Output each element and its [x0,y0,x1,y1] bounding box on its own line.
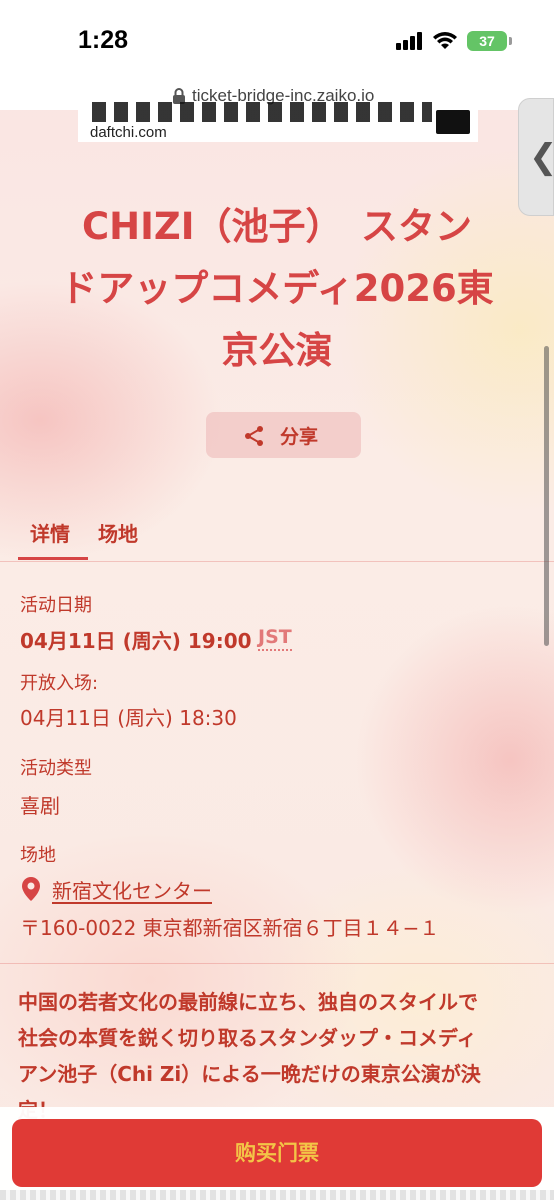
battery-nub [509,37,512,45]
tab-venue[interactable]: 场地 [98,518,138,547]
tabs-divider [0,561,554,562]
battery-indicator: 37 [467,31,507,51]
share-label: 分享 [280,426,319,448]
cellular-signal-icon [396,32,426,50]
map-pin-icon [22,877,40,901]
venue-label: 场地 [20,845,56,866]
share-icon [245,426,263,446]
description-line: 中国の若者文化の最前線に立ち、独自のスタイルで [18,990,478,1014]
banner-caption: daftchi.com [90,124,167,141]
scrollbar-thumb[interactable] [544,346,549,646]
venue-address: 〒160-0022 東京都新宿区新宿６丁目１４−１ [20,916,440,940]
banner-logo [436,110,470,134]
event-title: CHIZI（池子） スタン ドアップコメディ2026東 京公演 [22,196,532,382]
status-bar: 1:28 37 [0,0,554,82]
event-type-label: 活动类型 [20,758,92,779]
description-line: アン池子（Chi Zi）による一晩だけの東京公演が決 [18,1062,481,1086]
event-title-line: ドアップコメディ2026東 [60,267,494,310]
share-button[interactable]: 分享 [206,412,361,458]
wifi-icon [433,32,457,49]
tab-details[interactable]: 详情 [30,518,70,547]
date-value: 04月11日 (周六) 19:00 [20,629,252,653]
status-time: 1:28 [78,26,129,54]
event-title-line: 京公演 [221,329,333,372]
chevron-left-icon: ❮ [529,137,554,177]
doors-value: 04月11日 (周六) 18:30 [20,706,237,730]
description-line: 社会の本質を鋭く切り取るスタンダップ・コメディ [18,1026,477,1050]
venue-link[interactable]: 新宿文化センター [52,875,212,904]
section-divider [0,963,554,964]
timezone-label[interactable]: JST [258,625,292,651]
event-banner-image: daftchi.com [78,102,478,142]
doors-label: 开放入场: [20,673,99,694]
bottom-content-strip [0,1190,554,1200]
event-title-line: CHIZI（池子） スタン [82,205,472,248]
banner-artwork [92,102,432,122]
event-type-value: 喜剧 [20,794,60,818]
date-label: 活动日期 [20,595,92,616]
active-tab-indicator [18,557,88,560]
buy-tickets-button[interactable]: 购买门票 [12,1119,542,1187]
